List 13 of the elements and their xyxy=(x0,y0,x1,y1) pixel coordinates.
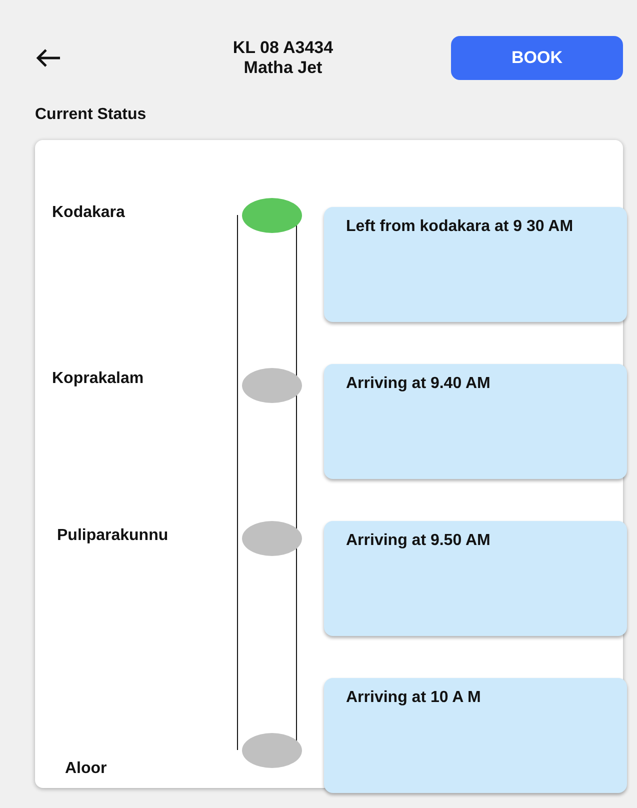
status-message: Left from kodakara at 9 30 AM xyxy=(324,207,627,322)
bus-name: Matha Jet xyxy=(244,58,322,78)
status-message: Arriving at 9.40 AM xyxy=(324,364,627,479)
stop-name: Aloor xyxy=(65,760,108,778)
back-arrow-icon[interactable] xyxy=(35,48,61,68)
section-title: Current Status xyxy=(35,106,148,124)
status-message: Arriving at 10 A M xyxy=(324,678,627,793)
stop-name: Koprakalam xyxy=(52,370,145,388)
stop-name: Puliparakunnu xyxy=(57,527,170,545)
vehicle-number: KL 08 A3434 xyxy=(232,38,334,58)
stop-name: Kodakara xyxy=(52,204,126,222)
book-button[interactable]: BOOK xyxy=(451,36,623,80)
status-message: Arriving at 9.50 AM xyxy=(324,521,627,636)
